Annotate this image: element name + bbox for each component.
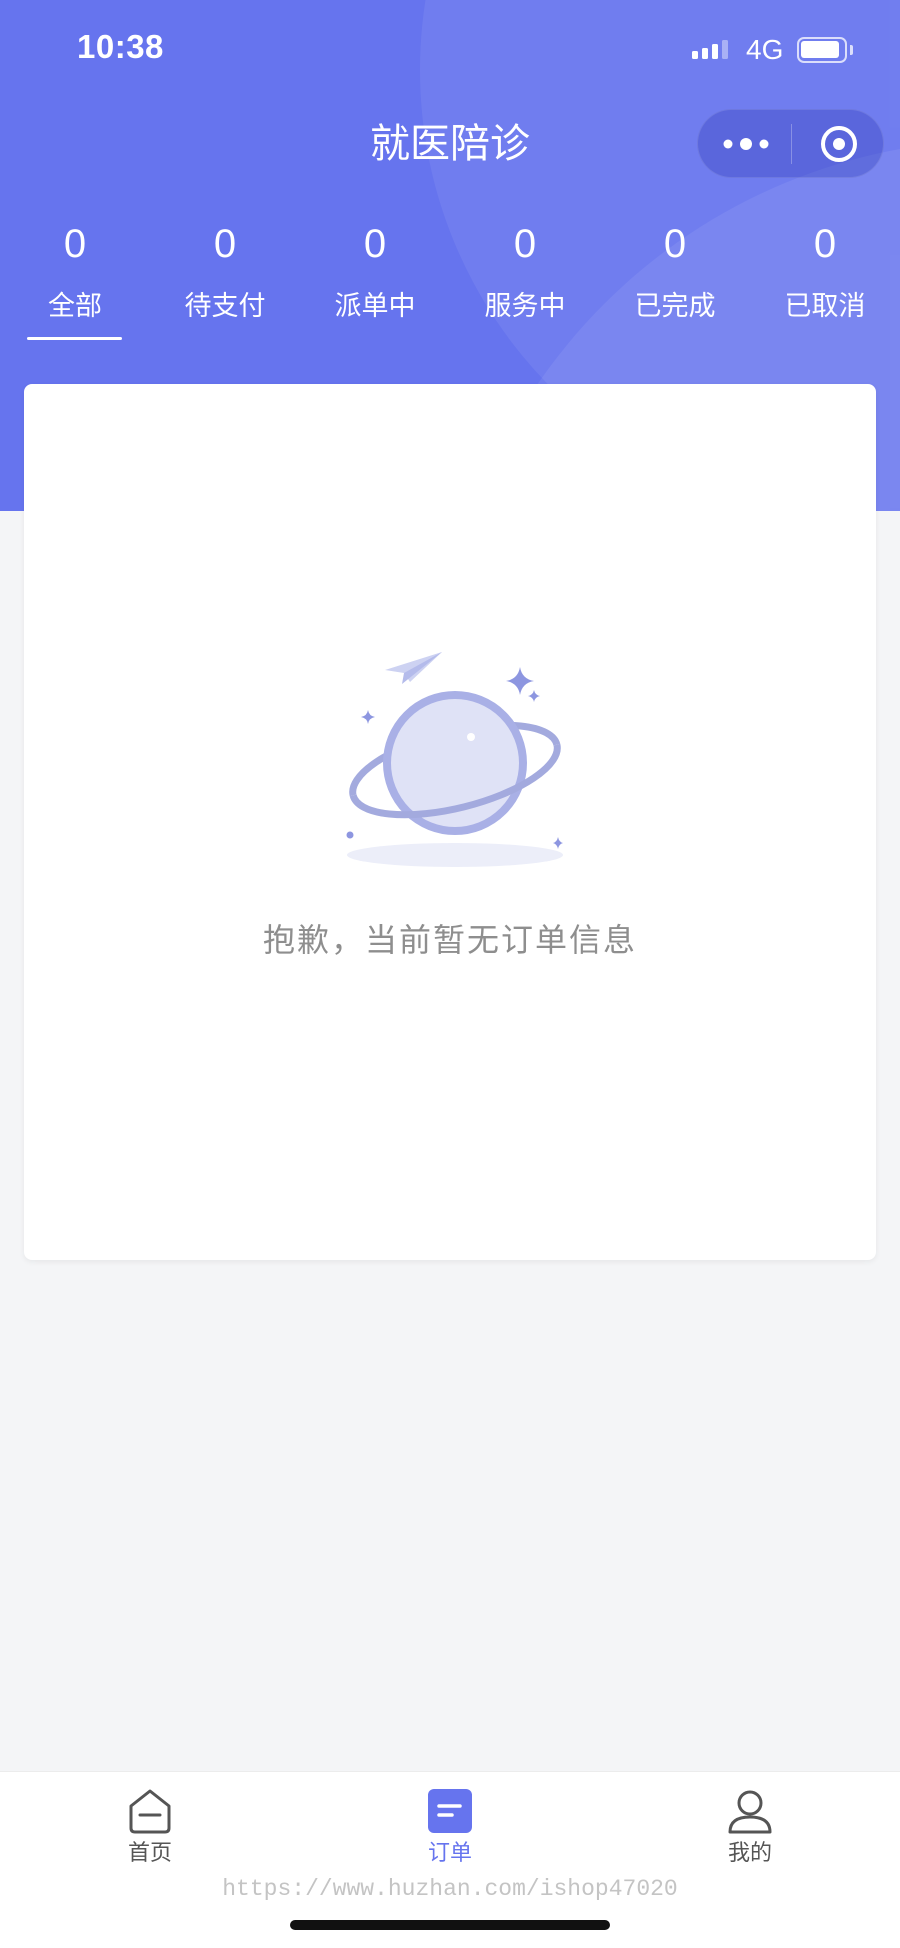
active-tab-indicator — [27, 337, 122, 340]
network-type: 4G — [746, 34, 784, 65]
home-icon — [129, 1789, 171, 1834]
user-icon — [728, 1790, 772, 1834]
tab-in-service[interactable]: 0 服务中 — [450, 216, 600, 346]
signal-icon — [692, 40, 732, 59]
sparkle-icon — [553, 837, 563, 849]
tabbar-label: 首页 — [127, 1840, 172, 1865]
tab-count: 0 — [513, 222, 537, 266]
paper-plane-icon — [385, 652, 442, 684]
status-time: 10:38 — [77, 28, 164, 65]
tab-dispatching[interactable]: 0 派单中 — [300, 216, 450, 346]
tab-count: 0 — [813, 222, 837, 266]
planet-highlight — [467, 733, 475, 741]
tabbar-label: 订单 — [427, 1840, 472, 1865]
battery-level — [801, 41, 839, 58]
sparkle-icon — [506, 667, 534, 695]
tabbar-label: 我的 — [727, 1840, 772, 1865]
order-icon — [428, 1789, 472, 1833]
target-circle-icon[interactable] — [808, 113, 870, 175]
battery-icon — [797, 37, 847, 63]
tab-all[interactable]: 0 全部 — [0, 216, 150, 346]
capsule-divider — [791, 124, 792, 164]
tab-count: 0 — [63, 222, 87, 266]
tab-label: 派单中 — [334, 291, 416, 321]
tab-count: 0 — [213, 222, 237, 266]
sparkle-icon — [361, 710, 375, 724]
watermark-url: https://www.huzhan.com/ishop47020 — [222, 1876, 678, 1902]
tabbar-item-profile[interactable]: 我的 — [600, 1772, 900, 1872]
home-indicator — [290, 1920, 610, 1930]
tabbar-item-home[interactable]: 首页 — [0, 1772, 300, 1872]
tab-label: 已完成 — [634, 291, 716, 321]
tab-pending-payment[interactable]: 0 待支付 — [150, 216, 300, 346]
empty-state-illustration — [346, 652, 563, 867]
tab-cancelled[interactable]: 0 已取消 — [750, 216, 900, 346]
planet-shadow — [347, 843, 563, 867]
more-dots-icon[interactable] — [710, 110, 782, 177]
tabbar-item-orders[interactable]: 订单 — [300, 1772, 600, 1872]
star-dot — [346, 831, 354, 839]
tab-label: 待支付 — [184, 291, 266, 321]
tab-label: 已取消 — [784, 291, 866, 321]
tab-completed[interactable]: 0 已完成 — [600, 216, 750, 346]
empty-state-message: 抱歉，当前暂无订单信息 — [262, 922, 637, 958]
tab-count: 0 — [663, 222, 687, 266]
sparkle-icon — [528, 690, 540, 702]
battery-nub — [850, 45, 853, 55]
tab-count: 0 — [363, 222, 387, 266]
mini-program-capsule — [697, 109, 884, 178]
tab-label: 服务中 — [484, 291, 566, 321]
tab-label: 全部 — [48, 291, 102, 321]
